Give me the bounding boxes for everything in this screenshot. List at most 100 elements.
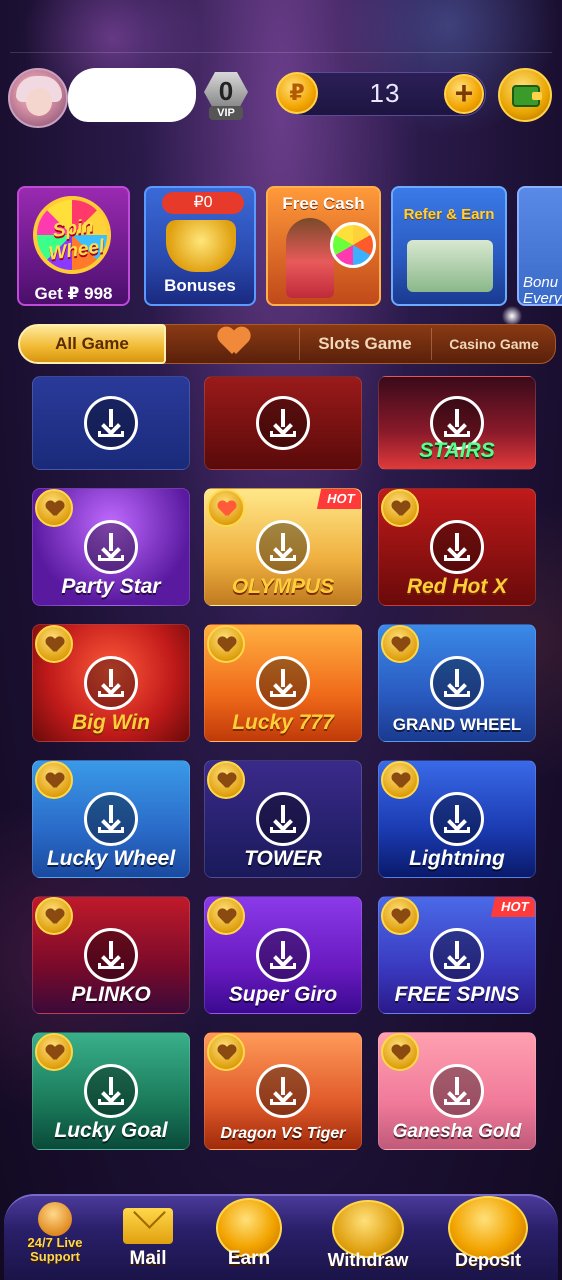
nav-withdraw-label: Withdraw xyxy=(327,1250,409,1270)
download-icon xyxy=(84,792,138,846)
nav-support-label: 24/7 Live Support xyxy=(10,1236,100,1264)
nav-support-line1: 24/7 Live xyxy=(27,1235,83,1250)
favorite-heart-icon[interactable] xyxy=(381,489,419,527)
game-tile[interactable]: Super Giro xyxy=(204,896,362,1014)
download-icon xyxy=(430,928,484,982)
promo-bonuses[interactable]: ₽0 Bonuses xyxy=(144,186,256,306)
favorite-heart-icon[interactable] xyxy=(381,897,419,935)
favorite-heart-icon[interactable] xyxy=(35,761,73,799)
favorite-heart-icon[interactable] xyxy=(381,761,419,799)
download-icon xyxy=(84,1064,138,1118)
nav-deposit[interactable]: Deposit xyxy=(436,1196,540,1276)
balance-value: 13 xyxy=(369,78,401,108)
game-tile[interactable]: Lucky Wheel xyxy=(32,760,190,878)
username-redacted xyxy=(68,68,196,122)
game-title: Lucky Goal xyxy=(54,1119,168,1142)
header-divider xyxy=(10,52,552,53)
game-tile[interactable]: STAIRS xyxy=(378,376,536,470)
promo-spin-wheel[interactable]: Spin Wheel Get ₽ 998 xyxy=(17,186,130,306)
avatar-face xyxy=(26,88,52,116)
game-title: Big Win xyxy=(72,711,150,734)
favorite-heart-icon[interactable] xyxy=(35,1033,73,1071)
favorite-heart-icon[interactable] xyxy=(207,897,245,935)
promo-refer-earn[interactable]: Refer & Earn xyxy=(391,186,507,306)
nav-live-support[interactable]: 24/7 Live Support xyxy=(10,1196,100,1276)
heart-icon xyxy=(218,328,250,356)
game-title: Lucky Wheel xyxy=(46,847,176,870)
tab-favorites[interactable] xyxy=(168,324,298,364)
game-title: TOWER xyxy=(244,847,322,870)
game-tile[interactable]: Ganesha Gold xyxy=(378,1032,536,1150)
game-tile[interactable]: Lightning xyxy=(378,760,536,878)
wallet-icon xyxy=(512,85,542,107)
favorite-heart-icon[interactable] xyxy=(207,625,245,663)
download-icon xyxy=(84,928,138,982)
mail-icon xyxy=(123,1208,173,1244)
game-tile[interactable]: Red Hot X xyxy=(378,488,536,606)
nav-deposit-label: Deposit xyxy=(454,1250,521,1270)
favorite-heart-icon[interactable] xyxy=(207,761,245,799)
download-icon xyxy=(256,792,310,846)
game-title: GRAND WHEEL xyxy=(392,715,522,734)
hot-badge: HOT xyxy=(316,489,361,509)
hot-badge: HOT xyxy=(490,897,535,917)
game-tile[interactable]: GRAND WHEEL xyxy=(378,624,536,742)
bonus-amount-tag: ₽0 xyxy=(162,192,244,214)
game-tile[interactable]: Big Win xyxy=(32,624,190,742)
promo-refer-caption: Refer & Earn xyxy=(403,206,495,223)
download-icon xyxy=(84,520,138,574)
game-tile[interactable]: PLINKO xyxy=(32,896,190,1014)
game-title: Dragon VS Tiger xyxy=(220,1125,346,1142)
coin-icon: ₽ xyxy=(276,72,318,114)
game-tile[interactable]: TOWER xyxy=(204,760,362,878)
game-tile[interactable]: Party Star xyxy=(32,488,190,606)
add-funds-button[interactable]: + xyxy=(444,74,484,114)
download-icon xyxy=(430,1064,484,1118)
game-tile[interactable] xyxy=(32,376,190,470)
game-title: OLYMPUS xyxy=(231,575,335,598)
favorite-heart-icon[interactable] xyxy=(207,489,245,527)
wallet-button[interactable] xyxy=(498,68,552,122)
tab-all-game[interactable]: All Game xyxy=(18,324,166,364)
nav-withdraw[interactable]: Withdraw xyxy=(318,1196,418,1276)
game-title: Lucky 777 xyxy=(232,711,334,734)
game-title: Super Giro xyxy=(228,983,338,1006)
nav-earn[interactable]: Earn xyxy=(206,1196,292,1276)
tab-casino-game[interactable]: Casino Game xyxy=(432,324,556,364)
vip-badge[interactable]: 0 VIP xyxy=(201,70,251,120)
prize-wheel-icon xyxy=(330,222,376,268)
money-stack-icon xyxy=(407,240,493,292)
game-tile[interactable]: Lucky 777 xyxy=(204,624,362,742)
download-icon xyxy=(256,520,310,574)
game-tile[interactable] xyxy=(204,376,362,470)
game-tile[interactable]: Dragon VS Tiger xyxy=(204,1032,362,1150)
game-tile[interactable]: Lucky Goal xyxy=(32,1032,190,1150)
game-tile[interactable]: OLYMPUS HOT xyxy=(204,488,362,606)
nav-earn-label: Earn xyxy=(227,1248,271,1269)
download-icon xyxy=(84,656,138,710)
download-icon xyxy=(256,396,310,450)
favorite-heart-icon[interactable] xyxy=(381,625,419,663)
favorite-heart-icon[interactable] xyxy=(35,897,73,935)
download-icon xyxy=(430,792,484,846)
nav-mail[interactable]: Mail xyxy=(110,1196,186,1276)
game-title: Red Hot X xyxy=(406,575,508,598)
tab-slots-game[interactable]: Slots Game xyxy=(300,324,430,364)
favorite-heart-icon[interactable] xyxy=(35,625,73,663)
download-icon xyxy=(256,1064,310,1118)
favorite-heart-icon[interactable] xyxy=(207,1033,245,1071)
promo-free-cash[interactable]: Free Cash xyxy=(266,186,381,306)
favorite-heart-icon[interactable] xyxy=(381,1033,419,1071)
promo-bonus-every[interactable]: Bonu Every xyxy=(517,186,562,306)
download-icon xyxy=(84,396,138,450)
download-icon xyxy=(430,520,484,574)
favorite-heart-icon[interactable] xyxy=(35,489,73,527)
game-tile[interactable]: FREE SPINS HOT xyxy=(378,896,536,1014)
game-category-tabs: All Game Slots Game Casino Game xyxy=(18,324,556,364)
game-title: Ganesha Gold xyxy=(392,1121,522,1142)
avatar[interactable] xyxy=(8,68,68,128)
game-title: STAIRS xyxy=(419,439,495,462)
game-title: Lightning xyxy=(409,847,505,870)
promo-bonus-every-line1: Bonu xyxy=(523,274,559,291)
nav-mail-label: Mail xyxy=(129,1248,167,1269)
